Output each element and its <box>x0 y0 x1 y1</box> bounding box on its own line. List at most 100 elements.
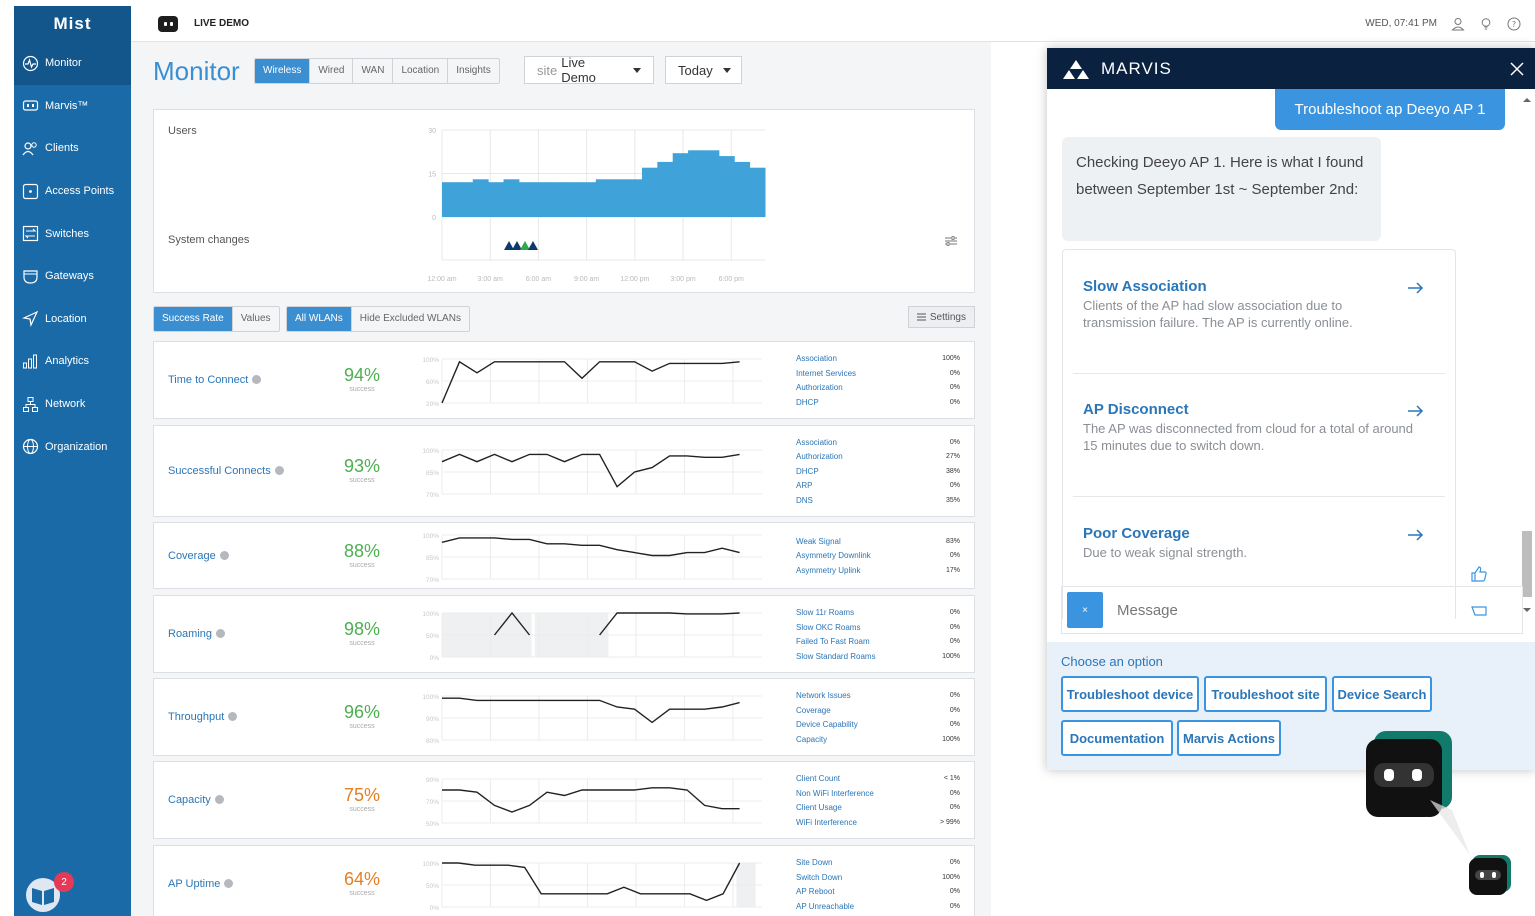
tab-success-rate[interactable]: Success Rate <box>154 307 233 331</box>
sidebar-item-switches[interactable]: Switches <box>14 212 131 255</box>
scroll-up-icon[interactable] <box>1522 96 1532 104</box>
arrow-right-icon[interactable] <box>1407 528 1425 542</box>
tab-wired[interactable]: Wired <box>310 59 354 83</box>
settings-button[interactable]: Settings <box>907 306 975 328</box>
sle-card-ap-uptime[interactable]: AP Uptime 64% success 100% 50% 0% Site Down 0% S… <box>153 845 975 916</box>
classifier-row[interactable]: DHCP 38% <box>796 465 960 480</box>
classifier-row[interactable]: WiFi Interference > 99% <box>796 816 960 831</box>
result-title[interactable]: Poor Coverage <box>1083 525 1413 542</box>
help-icon[interactable] <box>274 466 284 475</box>
system-change-marker[interactable] <box>512 241 522 250</box>
sle-name[interactable]: Coverage <box>168 550 229 562</box>
tab-location[interactable]: Location <box>393 59 449 83</box>
sle-chart[interactable]: 100% 50% 0% <box>412 859 772 911</box>
help-icon[interactable] <box>224 879 234 888</box>
sidebar-item-organization[interactable]: Organization <box>14 425 131 468</box>
classifier-row[interactable]: Asymmetry Downlink 0% <box>796 549 960 564</box>
option-documentation[interactable]: Documentation <box>1061 720 1173 756</box>
classifier-row[interactable]: Slow 11r Roams 0% <box>796 606 960 621</box>
option-troubleshoot-site[interactable]: Troubleshoot site <box>1204 676 1327 712</box>
classifier-row[interactable]: Failed To Fast Roam 0% <box>796 635 960 650</box>
chat-area[interactable]: Troubleshoot ap Deeyo AP 1 Checking Deey… <box>1047 89 1535 619</box>
sle-chart[interactable]: 100% 50% 0% <box>412 609 772 661</box>
result-item-ap-disconnect[interactable]: AP Disconnect The AP was disconnected fro… <box>1083 401 1413 454</box>
sle-name[interactable]: Roaming <box>168 628 226 640</box>
arrow-right-icon[interactable] <box>1407 281 1425 295</box>
sle-name[interactable]: Time to Connect <box>168 374 262 386</box>
classifier-row[interactable]: DNS 35% <box>796 494 960 509</box>
help-icon[interactable] <box>228 712 238 721</box>
marvis-launcher-icon[interactable] <box>1469 855 1511 895</box>
result-item-slow-association[interactable]: Slow Association Clients of the AP had sl… <box>1083 278 1413 331</box>
sidebar-item-location[interactable]: Location <box>14 298 131 341</box>
classifier-row[interactable]: Non WiFi Interference 0% <box>796 787 960 802</box>
tab-wireless[interactable]: Wireless <box>255 59 311 83</box>
classifier-row[interactable]: Authorization 27% <box>796 450 960 465</box>
tab-all-wlans[interactable]: All WLANs <box>287 307 352 331</box>
classifier-row[interactable]: Weak Signal 83% <box>796 535 960 550</box>
sidebar-item-network[interactable]: Network <box>14 383 131 426</box>
chat-scrollbar[interactable] <box>1520 96 1532 616</box>
tab-hide-excluded-wlans[interactable]: Hide Excluded WLANs <box>351 307 469 331</box>
result-title[interactable]: AP Disconnect <box>1083 401 1413 418</box>
help-icon[interactable] <box>252 375 262 384</box>
system-change-marker[interactable] <box>528 241 538 250</box>
option-troubleshoot-device[interactable]: Troubleshoot device <box>1061 676 1199 712</box>
sle-name[interactable]: Throughput <box>168 711 238 723</box>
clear-message-button[interactable]: × <box>1067 592 1103 628</box>
mist-logo[interactable]: Mist <box>14 6 131 42</box>
tab-insights[interactable]: Insights <box>448 59 499 83</box>
sle-card-time-to-connect[interactable]: Time to Connect 94% success 100% 60% 20% Assoc… <box>153 341 975 419</box>
user-icon[interactable] <box>1451 17 1465 31</box>
help-icon[interactable]: ? <box>1507 17 1521 31</box>
system-change-marker[interactable] <box>520 241 530 250</box>
classifier-row[interactable]: Association 0% <box>796 436 960 451</box>
site-dropdown[interactable]: site Live Demo <box>524 55 654 85</box>
classifier-row[interactable]: Site Down 0% <box>796 856 960 871</box>
sle-chart[interactable]: 100% 60% 20% <box>412 355 772 407</box>
classifier-row[interactable]: Slow OKC Roams 0% <box>796 621 960 636</box>
classifier-row[interactable]: AP Reboot 0% <box>796 885 960 900</box>
sidebar-item-access-points[interactable]: Access Points <box>14 170 131 213</box>
classifier-row[interactable]: Authorization 0% <box>796 381 960 396</box>
sle-card-successful-connects[interactable]: Successful Connects 93% success 100% 85% 70% A… <box>153 425 975 517</box>
classifier-row[interactable]: Slow Standard Roams 100% <box>796 650 960 665</box>
sle-card-throughput[interactable]: Throughput 96% success 100% 90% 80% Network Is… <box>153 678 975 756</box>
classifier-row[interactable]: AP Unreachable 0% <box>796 900 960 915</box>
classifier-row[interactable]: Client Count < 1% <box>796 772 960 787</box>
tab-wan[interactable]: WAN <box>353 59 394 83</box>
close-icon[interactable] <box>1509 61 1525 77</box>
sle-card-roaming[interactable]: Roaming 98% success 100% 50% 0% Slow 11r Roams… <box>153 595 975 673</box>
lightbulb-icon[interactable] <box>1479 17 1493 31</box>
option-marvis-actions[interactable]: Marvis Actions <box>1177 720 1281 756</box>
classifier-row[interactable]: Internet Services 0% <box>796 367 960 382</box>
org-icon[interactable] <box>158 15 178 32</box>
help-icon[interactable] <box>214 795 224 804</box>
classifier-row[interactable]: Device Capability 0% <box>796 718 960 733</box>
sle-chart[interactable]: 90% 70% 50% <box>412 775 772 827</box>
adjust-icon[interactable] <box>944 234 958 248</box>
classifier-row[interactable]: Client Usage 0% <box>796 801 960 816</box>
users-chart[interactable]: 30 15 0 12:00 am 3:00 am 6:00 am 9:00 am 12:00 … <box>412 120 772 290</box>
classifier-row[interactable]: Asymmetry Uplink 17% <box>796 564 960 579</box>
classifier-row[interactable]: Coverage 0% <box>796 704 960 719</box>
help-icon[interactable] <box>219 550 229 560</box>
result-item-poor-coverage[interactable]: Poor Coverage Due to weak signal strength… <box>1083 525 1413 561</box>
sle-chart[interactable]: 100% 90% 80% <box>412 692 772 744</box>
sidebar-item-marvis[interactable]: Marvis™ <box>14 85 131 128</box>
tab-values[interactable]: Values <box>232 307 279 331</box>
sle-chart[interactable]: 100% 85% 70% <box>412 531 772 583</box>
time-range-dropdown[interactable]: Today <box>665 56 742 84</box>
option-device-search[interactable]: Device Search <box>1332 676 1432 712</box>
sle-card-capacity[interactable]: Capacity 75% success 90% 70% 50% Client Count <… <box>153 761 975 839</box>
classifier-row[interactable]: Network Issues 0% <box>796 689 960 704</box>
system-change-marker[interactable] <box>504 241 514 250</box>
classifier-row[interactable]: ARP 0% <box>796 479 960 494</box>
sidebar-item-clients[interactable]: Clients <box>14 127 131 170</box>
sidebar-item-analytics[interactable]: Analytics <box>14 340 131 383</box>
arrow-right-icon[interactable] <box>1407 404 1425 418</box>
classifier-row[interactable]: Association 100% <box>796 352 960 367</box>
sidebar-item-monitor[interactable]: Monitor <box>14 42 131 85</box>
org-name[interactable]: LIVE DEMO <box>194 18 249 29</box>
sle-name[interactable]: AP Uptime <box>168 878 234 890</box>
